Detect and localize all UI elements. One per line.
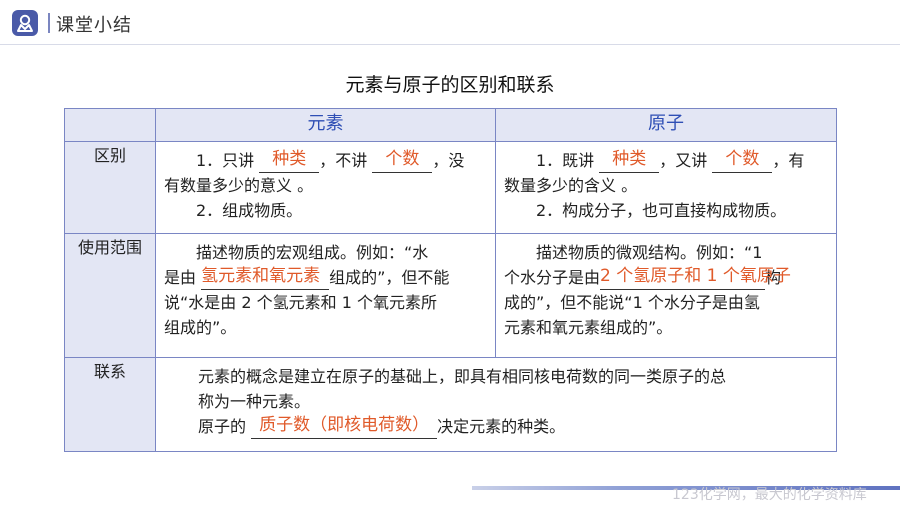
text: 有数量多少的意义 。: [164, 176, 314, 195]
text: ，没: [432, 151, 465, 170]
answer-blank: 氢元素和氧元素: [201, 266, 330, 290]
text: ，又讲: [659, 151, 708, 170]
text: 1．既讲: [536, 151, 595, 170]
text: 个水分子是由: [504, 268, 601, 287]
text: ，不讲: [319, 151, 368, 170]
text: 是由: [164, 268, 197, 287]
scope-element-cell: 描述物质的宏观组成。例如：“水 是由 氢元素和氧元素 组成的”，但不能 说“水是由…: [155, 233, 496, 358]
answer-text: 质子数（即核电荷数）: [259, 415, 430, 435]
text: 决定元素的种类。: [437, 417, 566, 436]
column-header-atom: 原子: [495, 108, 837, 142]
header-bar: 课堂小结: [0, 0, 900, 45]
text: 组成的”，但不能: [329, 268, 450, 287]
difference-atom-cell: 1．既讲 种类 ，又讲 个数 ，有 数量多少的含义 。 2．构成分子，也可直接构成物…: [495, 141, 837, 234]
answer-text: 2 个氢原子和 1 个氧原子: [600, 266, 791, 286]
section-title: 课堂小结: [56, 15, 132, 36]
text: 元素的概念是建立在原子的基础上，即具有相同核电荷数的同一类原子的总: [198, 367, 727, 386]
answer-text: 个数: [385, 149, 420, 169]
table-row: 区别 1．只讲 种类 ，不讲 个数 ，没 有数量多少的意义 。 2．组成物质。 1．…: [64, 141, 837, 234]
table-header-row: 元素 原子: [64, 108, 837, 142]
text: 原子的: [198, 417, 247, 436]
text: 组成的”。: [164, 318, 237, 337]
text: ，有: [772, 151, 805, 170]
text: 2．构成分子，也可直接构成物质。: [536, 201, 787, 220]
text: 数量多少的含义 。: [504, 176, 638, 195]
book-user-icon: [12, 10, 38, 36]
answer-text: 个数: [725, 149, 760, 169]
answer-text: 种类: [612, 149, 647, 169]
answer-blank: 个数: [372, 149, 433, 173]
text: 描述物质的微观结构。例如：“1: [536, 243, 763, 262]
answer-blank: 2 个氢原子和 1 个氧原子: [600, 266, 791, 290]
header-divider: [0, 44, 900, 45]
text: 1．只讲: [196, 151, 255, 170]
page-title: 元素与原子的区别和联系: [345, 74, 555, 96]
answer-blank: 种类: [259, 149, 320, 173]
difference-element-cell: 1．只讲 种类 ，不讲 个数 ，没 有数量多少的意义 。 2．组成物质。: [155, 141, 496, 234]
corner-cell: [64, 108, 156, 142]
row-label-relation: 联系: [64, 357, 156, 452]
relation-cell: 元素的概念是建立在原子的基础上，即具有相同核电荷数的同一类原子的总 称为一种元素…: [155, 357, 837, 452]
text: 2．组成物质。: [196, 201, 303, 220]
row-label-scope: 使用范围: [64, 233, 156, 358]
answer-blank: 个数: [712, 149, 773, 173]
answer-blank: 种类: [599, 149, 660, 173]
table-row: 联系 元素的概念是建立在原子的基础上，即具有相同核电荷数的同一类原子的总 称为一…: [64, 357, 837, 452]
text: 说“水是由 2 个氢元素和 1 个氧元素所: [164, 293, 437, 312]
scope-atom-cell: 描述物质的微观结构。例如：“1 个水分子是由 2 个氢原子和 1 个氧原子构 成的…: [495, 233, 837, 358]
watermark-text: 123化学网，最大的化学资料库: [672, 487, 867, 503]
text: 成的”，但不能说“1 个水分子是由氢: [504, 293, 760, 312]
text: 称为一种元素。: [198, 392, 311, 411]
column-header-element: 元素: [155, 108, 496, 142]
text: 描述物质的宏观组成。例如：“水: [196, 243, 429, 262]
text: 元素和氧元素组成的”。: [504, 318, 673, 337]
table-row: 使用范围 描述物质的宏观组成。例如：“水 是由 氢元素和氧元素 组成的”，但不能 …: [64, 233, 837, 358]
row-label-difference: 区别: [64, 141, 156, 234]
answer-text: 氢元素和氧元素: [201, 266, 321, 286]
answer-text: 种类: [272, 149, 307, 169]
answer-blank: 质子数（即核电荷数）: [251, 415, 438, 439]
comparison-table: 元素 原子 区别 1．只讲 种类 ，不讲 个数 ，没 有数量多少的意义 。 2．组成…: [64, 108, 837, 452]
